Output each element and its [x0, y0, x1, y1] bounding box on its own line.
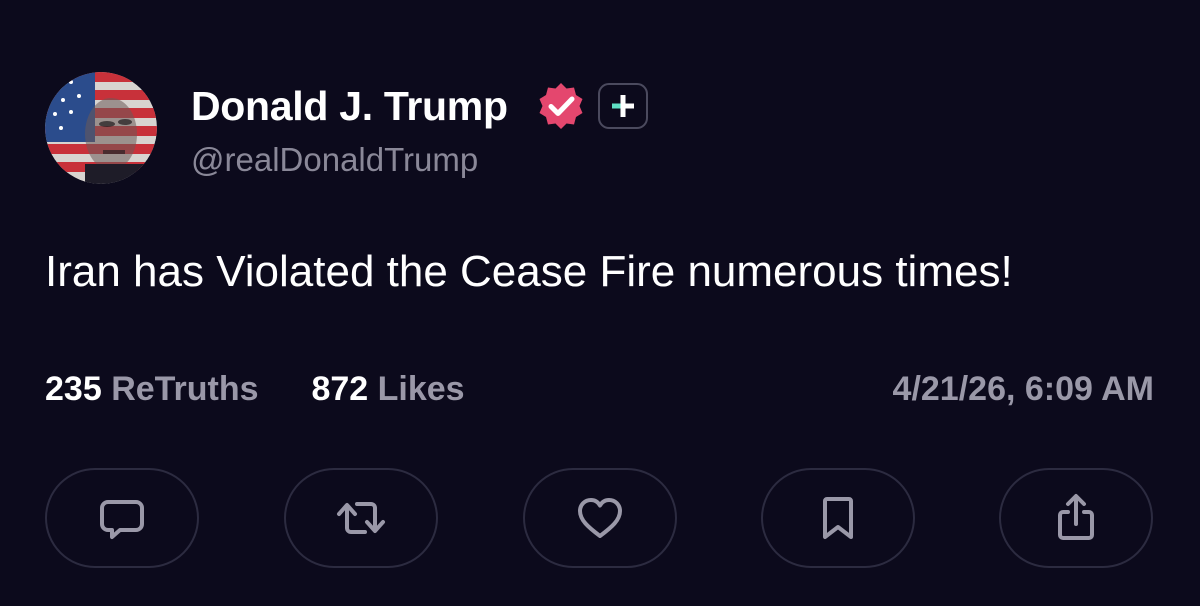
share-icon	[1058, 494, 1094, 540]
bookmark-icon	[823, 497, 853, 539]
retruths-count[interactable]: 235	[45, 370, 102, 408]
post-timestamp: 4/21/26, 6:09 AM	[892, 370, 1154, 408]
likes-count[interactable]: 872	[311, 370, 368, 408]
bookmark-button[interactable]	[761, 468, 915, 568]
display-name[interactable]: Donald J. Trump	[191, 82, 508, 130]
retruth-button[interactable]	[284, 468, 438, 568]
heart-icon	[578, 498, 622, 538]
verified-badge-icon	[536, 81, 586, 131]
repost-icon	[337, 502, 385, 534]
avatar[interactable]	[45, 72, 157, 184]
share-button[interactable]	[999, 468, 1153, 568]
comment-icon	[100, 500, 144, 539]
like-button[interactable]	[523, 468, 677, 568]
reply-button[interactable]	[45, 468, 199, 568]
post-text: Iran has Violated the Cease Fire numerou…	[45, 247, 1013, 296]
user-handle[interactable]: @realDonaldTrump	[191, 140, 478, 180]
plus-badge-icon	[598, 83, 648, 129]
retruths-label[interactable]: ReTruths	[111, 370, 258, 408]
likes-label[interactable]: Likes	[378, 370, 465, 408]
post-stats: 235 ReTruths 872 Likes	[45, 368, 465, 410]
avatar-image	[45, 72, 157, 184]
post-card: Donald J. Trump @realDonaldTrump Iran ha…	[0, 0, 1200, 606]
